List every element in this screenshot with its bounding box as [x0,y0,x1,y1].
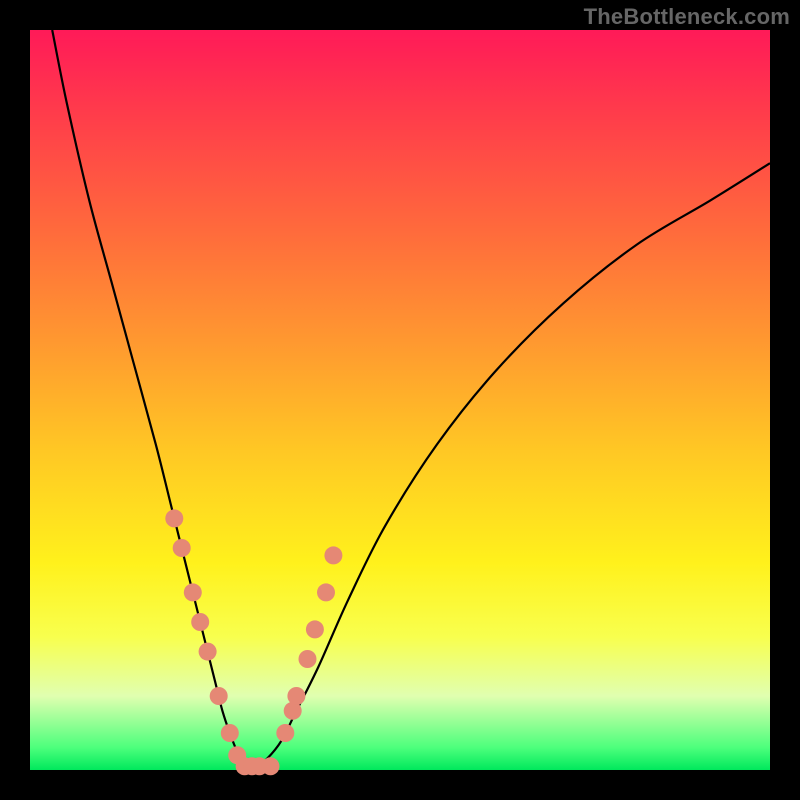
scatter-point [221,724,239,742]
scatter-point [317,583,335,601]
scatter-point [210,687,228,705]
scatter-point [324,546,342,564]
scatter-point [299,650,317,668]
watermark-text: TheBottleneck.com [584,4,790,30]
scatter-points [165,509,342,775]
right-curve-path [252,163,770,770]
scatter-point [184,583,202,601]
chart-svg [30,30,770,770]
scatter-point [306,620,324,638]
scatter-point [276,724,294,742]
left-curve-path [52,30,252,770]
scatter-point [287,687,305,705]
chart-container: TheBottleneck.com [0,0,800,800]
plot-area [30,30,770,770]
scatter-point [199,643,217,661]
scatter-point [191,613,209,631]
scatter-point [173,539,191,557]
scatter-point [262,757,280,775]
scatter-point [165,509,183,527]
